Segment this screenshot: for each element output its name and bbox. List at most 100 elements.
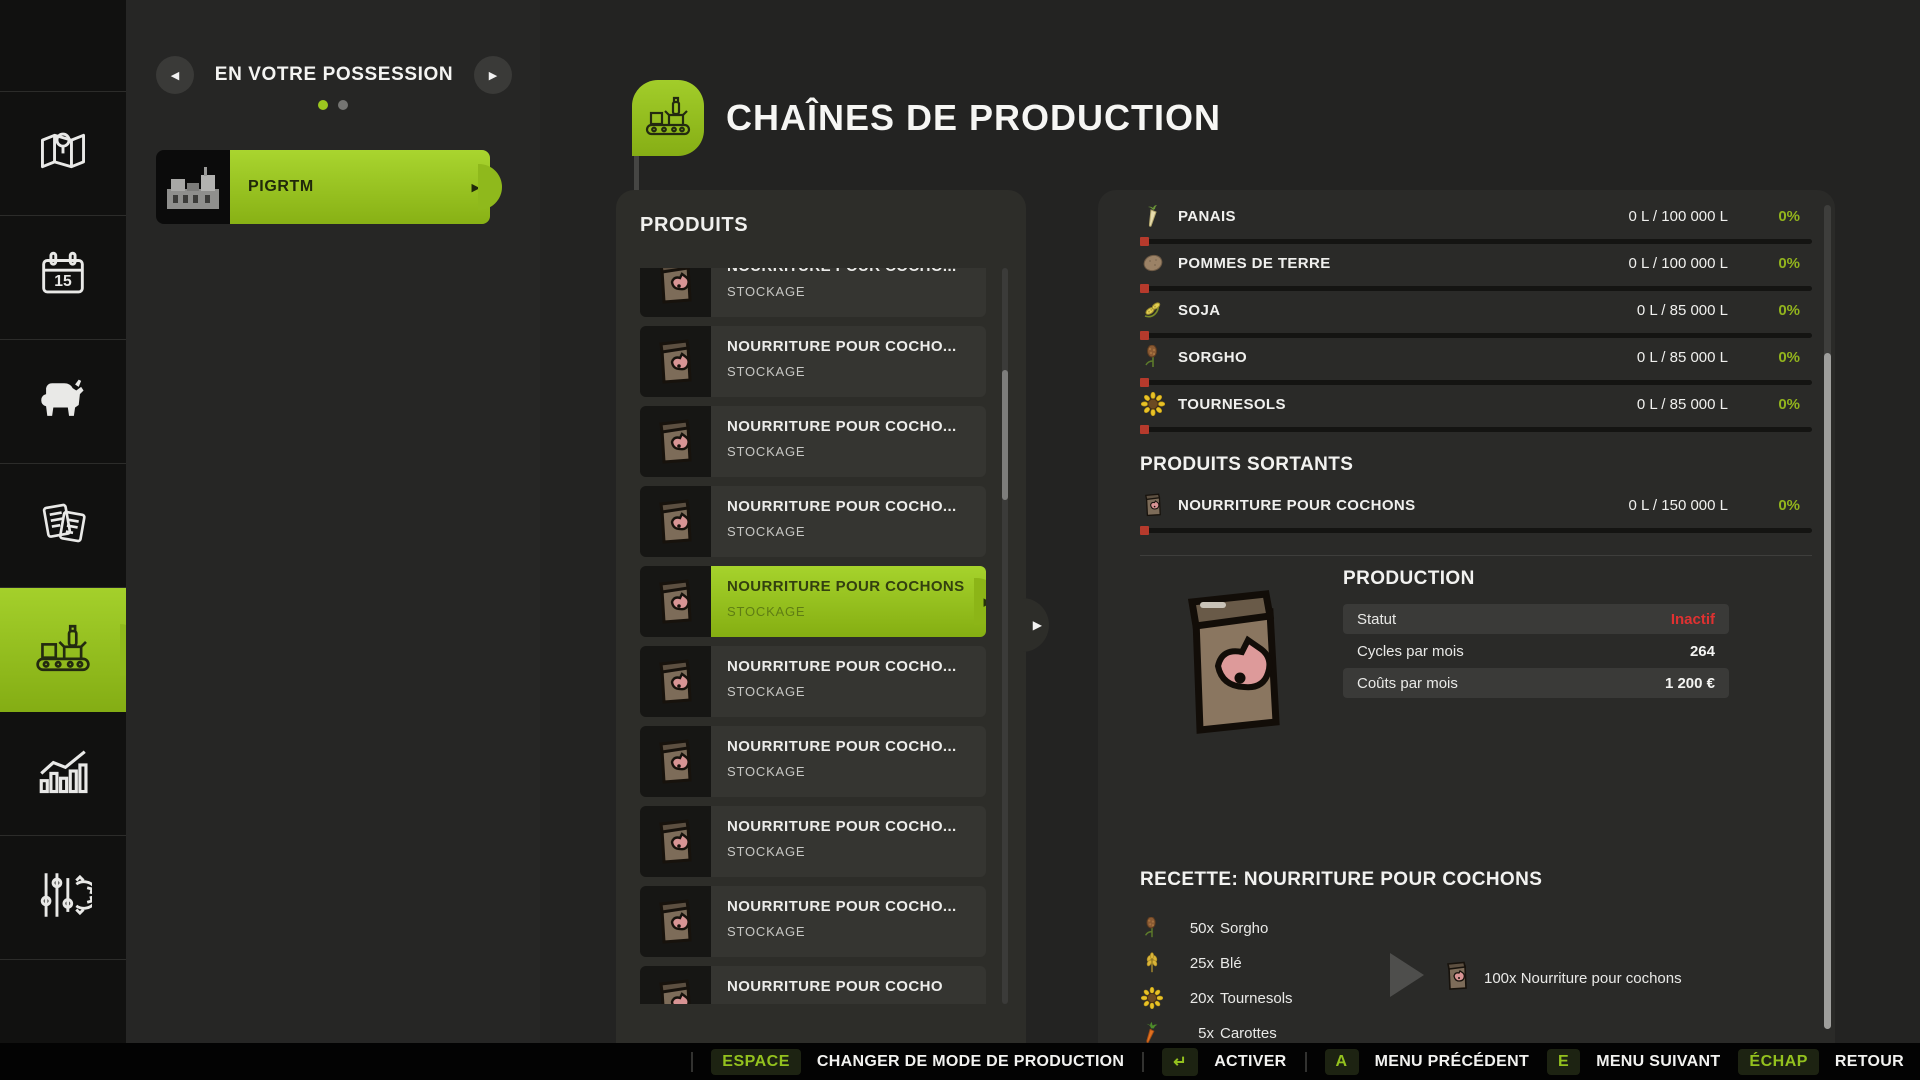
recipe-output-label: 100x Nourriture pour cochons <box>1484 970 1682 987</box>
fill-zero-tick <box>1140 284 1149 293</box>
product-list-item[interactable]: NOURRITURE POUR COCHO... STOCKAGE <box>640 886 986 957</box>
outputs-heading: PRODUITS SORTANTS <box>1140 454 1812 476</box>
chevron-right-icon: ▶ <box>1033 618 1042 632</box>
product-title: NOURRITURE POUR COCHONS <box>727 578 976 595</box>
bag-icon <box>640 886 711 957</box>
product-list-item[interactable]: NOURRITURE POUR COCHO... STOCKAGE <box>640 646 986 717</box>
fill-row-value: 0 L / 85 000 L <box>1637 349 1728 366</box>
fill-row-value: 0 L / 100 000 L <box>1628 255 1728 272</box>
sorghum-icon <box>1140 344 1166 370</box>
fill-zero-tick <box>1140 331 1149 340</box>
product-title: NOURRITURE POUR COCHO <box>727 978 976 995</box>
sidebar-item-statistics[interactable] <box>0 712 126 836</box>
possession-next-button[interactable]: ▶ <box>474 56 512 94</box>
bag-icon <box>640 646 711 717</box>
key-hint: ESPACE CHANGER DE MODE DE PRODUCTION <box>711 1049 1124 1075</box>
product-subtitle: STOCKAGE <box>727 284 976 299</box>
products-panel-expand-arrow[interactable]: ▶ <box>1019 598 1049 652</box>
product-list-item[interactable]: NOURRITURE POUR COCHO <box>640 966 986 1004</box>
product-title: NOURRITURE POUR COCHO... <box>727 268 976 275</box>
product-list-item[interactable]: NOURRITURE POUR COCHO... STOCKAGE <box>640 268 986 317</box>
product-subtitle: STOCKAGE <box>727 684 976 699</box>
chevron-right-icon: ▶ <box>472 181 480 194</box>
page-dot-1[interactable] <box>318 100 328 110</box>
fill-level-bar <box>1140 286 1812 291</box>
product-subtitle: STOCKAGE <box>727 924 976 939</box>
ingredient-qty: 5x <box>1178 1025 1214 1042</box>
ingredient-qty: 20x <box>1178 990 1214 1007</box>
ingredient-name: Sorgho <box>1220 920 1268 937</box>
product-list-item[interactable]: NOURRITURE POUR COCHONS STOCKAGE ▶ <box>640 566 986 637</box>
recipe-arrow-icon <box>1390 953 1424 997</box>
sidebar-item-animals[interactable] <box>0 340 126 464</box>
hint-separator <box>1142 1052 1144 1072</box>
building-thumbnail <box>156 150 230 224</box>
fill-level-bar <box>1140 528 1812 533</box>
page-dot-2[interactable] <box>338 100 348 110</box>
keycap: ÉCHAP <box>1738 1049 1819 1075</box>
stat-row: Statut Inactif <box>1343 604 1729 634</box>
product-list-item[interactable]: NOURRITURE POUR COCHO... STOCKAGE <box>640 806 986 877</box>
bar-chart-icon <box>34 742 92 805</box>
fill-row-label: SORGHO <box>1178 349 1637 366</box>
sidebar-item-finance[interactable] <box>0 836 126 960</box>
page-title: CHAÎNES DE PRODUCTION <box>726 97 1221 139</box>
documents-icon <box>34 494 92 557</box>
input-fill-levels: PANAIS 0 L / 100 000 L 0% POMMES DE TERR… <box>1140 201 1812 432</box>
product-list-item[interactable]: NOURRITURE POUR COCHO... STOCKAGE <box>640 326 986 397</box>
detail-scrollbar[interactable] <box>1824 205 1831 1029</box>
recipe-ingredient: 5x Carottes <box>1140 1018 1812 1043</box>
product-list-item[interactable]: NOURRITURE POUR COCHO... STOCKAGE <box>640 406 986 477</box>
product-list-item[interactable]: NOURRITURE POUR COCHO... STOCKAGE <box>640 486 986 557</box>
fill-row-label: POMMES DE TERRE <box>1178 255 1628 272</box>
cow-icon <box>34 370 92 433</box>
hint-separator <box>1305 1052 1307 1072</box>
soy-icon <box>1140 297 1166 323</box>
production-stats: Statut Inactif Cycles par mois 264 Coûts… <box>1343 604 1729 700</box>
sidebar-item-calendar[interactable]: 15 <box>0 216 126 340</box>
possession-prev-button[interactable]: ◀ <box>156 56 194 94</box>
selected-arrow-icon: ▶ <box>984 595 986 608</box>
product-subtitle: STOCKAGE <box>727 444 976 459</box>
sorghum-icon <box>1140 916 1164 940</box>
svg-text:15: 15 <box>54 273 72 290</box>
sidebar-item-map[interactable] <box>0 92 126 216</box>
key-hint: A MENU PRÉCÉDENT <box>1325 1049 1530 1075</box>
sidebar-item-contracts[interactable] <box>0 464 126 588</box>
calendar-icon: 15 <box>34 246 92 309</box>
fill-row-label: NOURRITURE POUR COCHONS <box>1178 497 1628 514</box>
sidebar-item-production[interactable]: ▶ <box>0 588 126 712</box>
product-subtitle: STOCKAGE <box>727 524 976 539</box>
stat-value: 1 200 € <box>1665 675 1715 692</box>
product-list-item[interactable]: NOURRITURE POUR COCHO... STOCKAGE <box>640 726 986 797</box>
bag-icon <box>640 326 711 397</box>
products-panel: PRODUITS NOURRITURE POUR COCHO... STOCKA… <box>616 190 1026 1043</box>
possession-item-pigrtm[interactable]: PIGRTM ▶ <box>156 150 490 224</box>
stat-value: 264 <box>1690 643 1715 660</box>
product-title: NOURRITURE POUR COCHO... <box>727 738 976 755</box>
fill-row-value: 0 L / 85 000 L <box>1637 396 1728 413</box>
fill-level-bar <box>1140 239 1812 244</box>
detail-scrollbar-thumb[interactable] <box>1824 353 1831 1029</box>
key-hint: E MENU SUIVANT <box>1547 1049 1720 1075</box>
keycap: ESPACE <box>711 1049 801 1075</box>
divider <box>1140 555 1812 556</box>
sunflower-icon <box>1140 391 1166 417</box>
fill-zero-tick <box>1140 378 1149 387</box>
fill-level-bar <box>1140 427 1812 432</box>
fill-zero-tick <box>1140 425 1149 434</box>
recipe-ingredient: 50x Sorgho <box>1140 913 1812 943</box>
bag-icon <box>640 486 711 557</box>
fill-zero-tick <box>1140 526 1149 535</box>
pigfood-bag-icon <box>1444 961 1470 996</box>
keycap: ↵ <box>1162 1048 1198 1076</box>
products-scrollbar[interactable] <box>1002 268 1008 1004</box>
recipe-heading: RECETTE: NOURRITURE POUR COCHONS <box>1140 869 1812 891</box>
fill-row-percent: 0% <box>1750 497 1800 514</box>
key-hint-label: MENU SUIVANT <box>1596 1053 1720 1071</box>
sliders-gear-icon <box>34 866 92 929</box>
fill-row-percent: 0% <box>1750 255 1800 272</box>
production-chain-icon <box>632 80 704 156</box>
stat-row: Cycles par mois 264 <box>1343 636 1729 666</box>
products-scrollbar-thumb[interactable] <box>1002 370 1008 500</box>
